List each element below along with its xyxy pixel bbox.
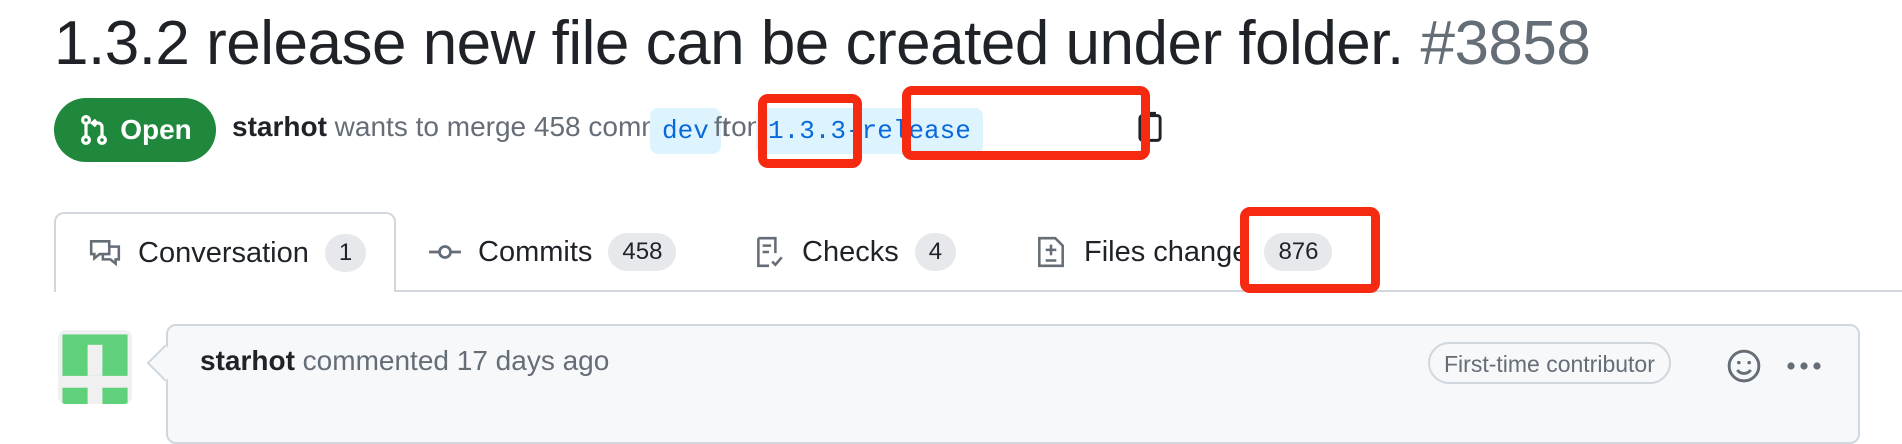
identicon-icon bbox=[58, 330, 132, 404]
pr-tabs: Conversation 1 Commits 458 Checks 4 File… bbox=[54, 212, 1902, 292]
first-time-contributor-badge: First-time contributor bbox=[1428, 342, 1671, 384]
tab-label: Checks bbox=[802, 235, 899, 268]
tab-label: Files change bbox=[1084, 235, 1249, 268]
file-diff-icon bbox=[1038, 236, 1064, 268]
tab-checks[interactable]: Checks 4 bbox=[752, 212, 957, 292]
pull-request-icon bbox=[81, 114, 108, 146]
comment-timestamp[interactable]: commented 17 days ago bbox=[295, 345, 610, 376]
comment-header: starhot commented 17 days ago bbox=[200, 345, 609, 377]
copy-icon[interactable] bbox=[1132, 110, 1168, 146]
pr-number: #3858 bbox=[1420, 9, 1591, 78]
base-branch[interactable]: dev bbox=[650, 108, 721, 154]
pr-title-text: 1.3.2 release new file can be created un… bbox=[54, 9, 1404, 78]
tab-counter: 876 bbox=[1264, 233, 1333, 271]
tab-counter: 1 bbox=[324, 234, 367, 272]
tab-label: Conversation bbox=[138, 236, 309, 269]
from-text: fron bbox=[714, 111, 763, 142]
tab-label: Commits bbox=[478, 235, 593, 268]
avatar[interactable] bbox=[58, 330, 132, 404]
comment-author-link[interactable]: starhot bbox=[200, 345, 295, 376]
tab-conversation[interactable]: Conversation 1 bbox=[54, 212, 396, 292]
tab-commits[interactable]: Commits 458 bbox=[428, 212, 677, 292]
state-badge: Open bbox=[54, 98, 216, 162]
conversation-icon bbox=[89, 240, 121, 267]
commit-icon bbox=[429, 245, 461, 259]
pr-author-link[interactable]: starhot bbox=[232, 111, 327, 142]
tab-counter: 458 bbox=[608, 233, 677, 271]
kebab-horizontal-icon[interactable] bbox=[1784, 350, 1824, 382]
smiley-icon[interactable] bbox=[1726, 348, 1762, 384]
state-label: Open bbox=[120, 114, 192, 145]
tab-files-changed[interactable]: Files change 876 bbox=[1034, 212, 1333, 292]
pr-title: 1.3.2 release new file can be created un… bbox=[54, 4, 1591, 84]
pr-meta: Open starhot wants to merge 458 commits … bbox=[54, 98, 1254, 162]
head-branch[interactable]: 1.3.3-release bbox=[756, 108, 983, 154]
checks-icon bbox=[757, 236, 783, 268]
tab-counter: 4 bbox=[914, 233, 957, 271]
